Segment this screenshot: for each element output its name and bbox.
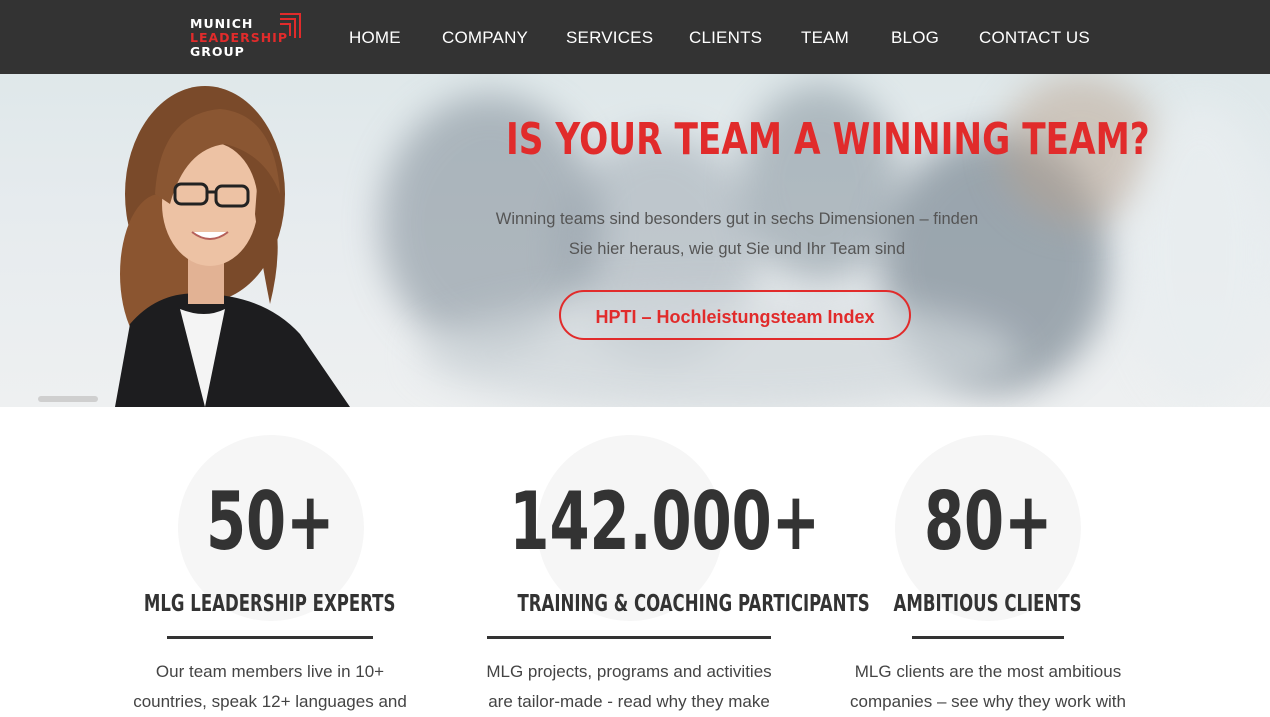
stat-description: MLG projects, programs and activities ar… <box>449 657 809 717</box>
hero-subtitle-line-2: Sie hier heraus, wie gut Sie und Ihr Tea… <box>568 240 906 258</box>
hero-banner: IS YOUR TEAM A WINNING TEAM? Winning tea… <box>0 74 1270 407</box>
stat-divider <box>487 636 771 639</box>
hero-subtitle-line-1: Winning teams sind besonders gut in sech… <box>495 210 979 228</box>
nav-clients[interactable]: CLIENTS <box>689 28 762 48</box>
stat-label: MLG LEADERSHIP EXPERTS <box>144 591 396 617</box>
stat-number: 142.000+ <box>509 475 821 568</box>
stat-description-line-2: are tailor-made - read why they make <box>488 692 770 711</box>
stat-description: MLG clients are the most ambitious compa… <box>808 657 1168 717</box>
hpti-index-button[interactable]: HPTI – Hochleistungsteam Index <box>559 290 911 340</box>
stat-label: AMBITIOUS CLIENTS <box>893 591 1083 617</box>
nav-company[interactable]: COMPANY <box>442 28 528 48</box>
stat-description-line-2: companies – see why they work with <box>850 692 1126 711</box>
woman-portrait-image <box>38 86 350 407</box>
stat-number: 80+ <box>923 475 1053 568</box>
nav-team[interactable]: TEAM <box>801 28 849 48</box>
stat-leadership-experts: 50+ MLG LEADERSHIP EXPERTS Our team memb… <box>90 407 450 715</box>
stat-number: 50+ <box>205 475 335 568</box>
stat-divider <box>167 636 373 639</box>
nav-home[interactable]: HOME <box>349 28 401 48</box>
top-navigation-bar: MUNICH LEADERSHIP GROUP HOME COMPANY SER… <box>0 0 1270 74</box>
hero-title: IS YOUR TEAM A WINNING TEAM? <box>506 114 1150 165</box>
stat-description-line-1: MLG projects, programs and activities <box>486 662 772 681</box>
hero-subtitle: Winning teams sind besonders gut in sech… <box>460 204 1014 264</box>
stat-ambitious-clients: 80+ AMBITIOUS CLIENTS MLG clients are th… <box>808 407 1168 715</box>
stat-description-line-2: countries, speak 12+ languages and <box>133 692 407 711</box>
stat-description-line-1: MLG clients are the most ambitious <box>854 662 1122 681</box>
stat-description: Our team members live in 10+ countries, … <box>90 657 450 717</box>
main-menu: HOME COMPANY SERVICES CLIENTS TEAM BLOG … <box>0 0 1270 74</box>
stat-label: TRAINING & COACHING PARTICIPANTS <box>517 591 870 617</box>
nav-services[interactable]: SERVICES <box>566 28 653 48</box>
stat-training-participants: 142.000+ TRAINING & COACHING PARTICIPANT… <box>449 407 870 717</box>
nav-contact-us[interactable]: CONTACT US <box>979 28 1090 48</box>
nav-blog[interactable]: BLOG <box>891 28 939 48</box>
stat-description-line-1: Our team members live in 10+ <box>155 662 385 681</box>
stat-divider <box>912 636 1064 639</box>
